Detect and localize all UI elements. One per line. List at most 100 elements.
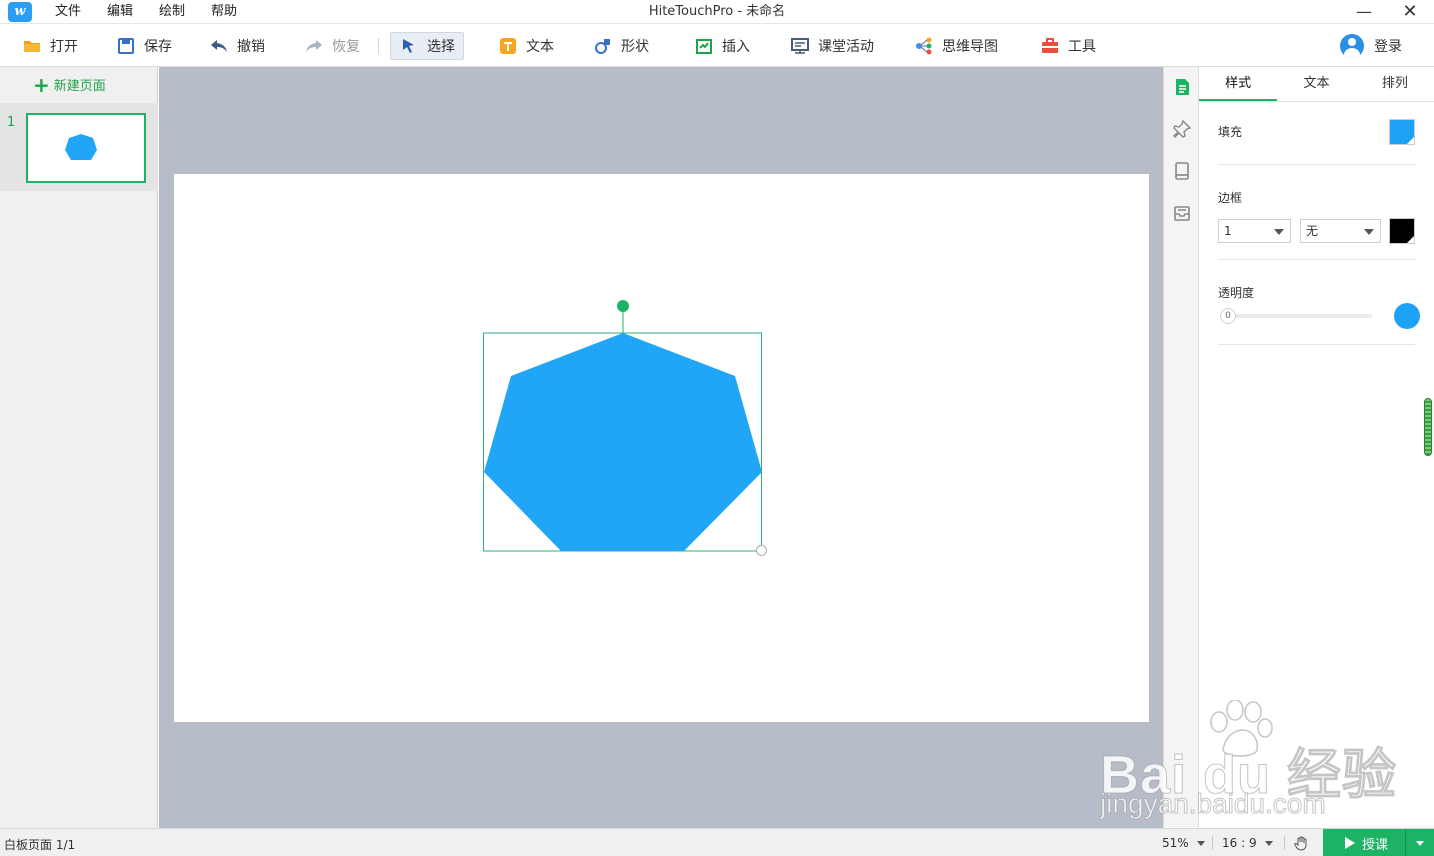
menu-draw[interactable]: 绘制	[146, 0, 198, 24]
style-panel-icon[interactable]	[1172, 77, 1192, 97]
redo-button[interactable]: 恢复	[296, 32, 368, 60]
status-bar: 白板页面 1/1 51% 16 : 9 授课	[0, 828, 1434, 856]
redo-icon	[306, 40, 322, 52]
section-divider	[1218, 259, 1415, 260]
chevron-down-icon	[1274, 229, 1284, 235]
start-teaching-label: 授课	[1362, 837, 1389, 853]
tab-arrange[interactable]: 排列	[1356, 67, 1434, 101]
book-icon[interactable]	[1172, 161, 1192, 181]
tools-button[interactable]: 工具	[1032, 32, 1104, 60]
teaching-options-dropdown[interactable]	[1405, 829, 1434, 856]
shape-label: 形状	[621, 39, 649, 55]
tools-label: 工具	[1068, 39, 1096, 55]
border-label: 边框	[1218, 191, 1243, 205]
page-thumbnail[interactable]	[26, 113, 146, 183]
mindmap-label: 思维导图	[942, 39, 998, 55]
whiteboard-slide[interactable]	[174, 174, 1149, 722]
text-label: 文本	[526, 39, 554, 55]
rotate-handle[interactable]	[617, 300, 629, 312]
main-toolbar: 打开 保存 撤销 恢复 选择 文本 形状 插入 课堂活动 思维导图 工具 登录	[0, 25, 1434, 67]
new-page-button[interactable]: + 新建页面	[33, 72, 106, 97]
tab-style[interactable]: 样式	[1199, 67, 1278, 101]
hand-icon[interactable]	[1294, 835, 1310, 851]
play-icon	[1345, 837, 1355, 849]
zoom-dropdown[interactable]: 51%	[1162, 836, 1205, 850]
insert-image-icon	[696, 39, 712, 54]
section-divider	[1218, 344, 1415, 345]
page-number: 1	[7, 115, 16, 130]
open-button[interactable]: 打开	[14, 32, 86, 60]
cursor-arrow-icon	[403, 39, 414, 53]
save-label: 保存	[144, 39, 172, 55]
fill-label: 填充	[1218, 125, 1243, 139]
app-logo: w	[8, 2, 32, 22]
border-width-select[interactable]: 1	[1218, 219, 1291, 243]
side-icon-strip	[1163, 67, 1199, 828]
menu-file[interactable]: 文件	[42, 0, 94, 24]
open-label: 打开	[50, 39, 78, 55]
border-style-select[interactable]: 无	[1300, 219, 1381, 243]
aspect-ratio-dropdown[interactable]: 16 : 9	[1222, 836, 1273, 850]
border-color-swatch[interactable]	[1389, 218, 1415, 244]
pages-panel: + 新建页面 1	[0, 67, 158, 828]
classroom-activity-button[interactable]: 课堂活动	[782, 32, 882, 60]
panel-scrollbar-thumb[interactable]	[1424, 398, 1432, 456]
undo-icon	[211, 40, 227, 52]
menu-bar: 文件 编辑 绘制 帮助	[42, 0, 250, 24]
mindmap-icon	[916, 37, 932, 55]
border-width-value: 1	[1224, 224, 1232, 238]
opacity-label: 透明度	[1218, 286, 1255, 300]
aspect-ratio-value: 16 : 9	[1222, 836, 1257, 850]
toolbox-icon	[1042, 38, 1058, 53]
selected-shape-group[interactable]	[483, 300, 767, 556]
fill-color-swatch[interactable]	[1389, 119, 1415, 145]
user-avatar-icon	[1340, 34, 1364, 58]
properties-tabs: 样式 文本 排列	[1199, 67, 1434, 102]
folder-icon	[24, 41, 40, 52]
chevron-down-icon	[1264, 841, 1273, 846]
save-icon	[118, 38, 134, 54]
save-button[interactable]: 保存	[108, 32, 180, 60]
pin-icon[interactable]	[1172, 119, 1192, 139]
heptagon-shape[interactable]	[483, 300, 763, 552]
title-bar: w 文件 编辑 绘制 帮助 HiteTouchPro - 未命名 — ✕	[0, 0, 1434, 24]
plus-icon: +	[33, 72, 50, 97]
new-page-label: 新建页面	[53, 79, 106, 94]
properties-panel: 样式 文本 排列 填充 边框 1 无 透明度 0	[1199, 67, 1434, 828]
text-t-icon	[500, 38, 516, 54]
insert-button[interactable]: 插入	[686, 32, 758, 60]
opacity-color-preview[interactable]	[1394, 303, 1420, 329]
login-label: 登录	[1374, 39, 1402, 55]
undo-label: 撤销	[237, 39, 265, 55]
menu-edit[interactable]: 编辑	[94, 0, 146, 24]
select-button[interactable]: 选择	[390, 32, 464, 60]
text-button[interactable]: 文本	[490, 32, 562, 60]
minimize-button[interactable]: —	[1344, 0, 1384, 24]
chevron-down-icon	[1196, 841, 1205, 846]
canvas-area[interactable]	[159, 67, 1163, 828]
toolbar-divider	[378, 38, 379, 54]
thumbnail-heptagon-shape	[65, 134, 97, 160]
redo-label: 恢复	[332, 39, 360, 55]
archive-box-icon[interactable]	[1172, 203, 1192, 223]
mindmap-button[interactable]: 思维导图	[906, 32, 1006, 60]
tab-text[interactable]: 文本	[1277, 67, 1355, 101]
status-divider	[1284, 836, 1285, 850]
shape-button[interactable]: 形状	[585, 32, 657, 60]
shapes-icon	[595, 39, 610, 54]
undo-button[interactable]: 撤销	[201, 32, 273, 60]
border-style-value: 无	[1306, 224, 1319, 238]
opacity-slider[interactable]	[1229, 314, 1372, 318]
zoom-value: 51%	[1162, 836, 1189, 850]
start-teaching-button[interactable]: 授课	[1323, 829, 1434, 856]
close-button[interactable]: ✕	[1390, 0, 1430, 24]
chevron-down-icon	[1364, 229, 1374, 235]
insert-label: 插入	[722, 39, 750, 55]
page-thumbnail-item[interactable]: 1	[0, 103, 158, 191]
resize-handle[interactable]	[756, 545, 767, 556]
opacity-slider-knob[interactable]: 0	[1220, 308, 1236, 324]
menu-help[interactable]: 帮助	[198, 0, 250, 24]
select-label: 选择	[427, 39, 455, 55]
login-button[interactable]: 登录	[1340, 32, 1402, 60]
classroom-board-icon	[791, 38, 809, 54]
